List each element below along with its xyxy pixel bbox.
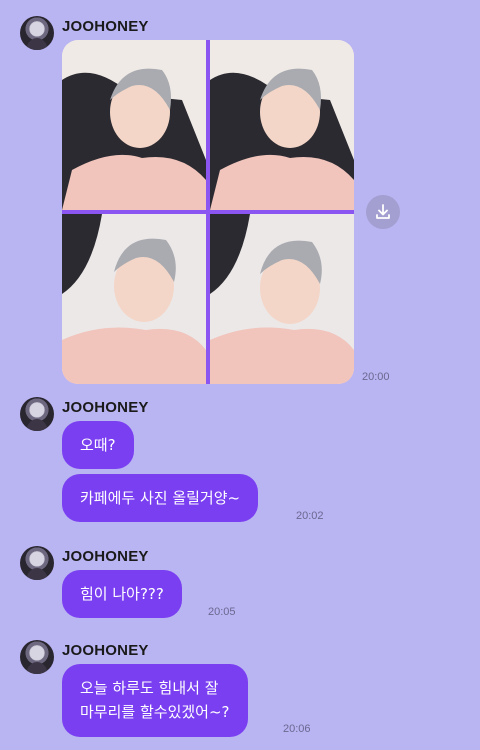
photo-thumbnail[interactable] xyxy=(210,214,354,384)
avatar[interactable] xyxy=(20,546,54,580)
avatar[interactable] xyxy=(20,640,54,674)
message-timestamp: 20:06 xyxy=(283,723,311,735)
sender-name: JOOHONEY xyxy=(62,642,149,659)
download-icon xyxy=(376,204,390,219)
sender-name: JOOHONEY xyxy=(62,548,149,565)
avatar[interactable] xyxy=(20,16,54,50)
message-timestamp: 20:05 xyxy=(208,606,236,618)
sender-name: JOOHONEY xyxy=(62,18,149,35)
photo-grid[interactable] xyxy=(62,40,354,384)
message-bubble[interactable]: 오때? xyxy=(62,421,134,469)
photo-thumbnail[interactable] xyxy=(210,40,354,210)
photo-thumbnail[interactable] xyxy=(62,214,206,384)
message-bubble[interactable]: 카페에두 사진 올릴거양~ xyxy=(62,474,259,522)
avatar[interactable] xyxy=(20,397,54,431)
download-button[interactable] xyxy=(366,195,400,229)
message-bubble[interactable]: 오늘 하루도 힘내서 잘 마무리를 할수있겠어~? xyxy=(62,664,248,737)
message-bubble[interactable]: 힘이 나아??? xyxy=(62,570,182,618)
sender-name: JOOHONEY xyxy=(62,399,149,416)
message-timestamp: 20:00 xyxy=(362,371,390,383)
message-timestamp: 20:02 xyxy=(296,510,324,522)
photo-thumbnail[interactable] xyxy=(62,40,206,210)
